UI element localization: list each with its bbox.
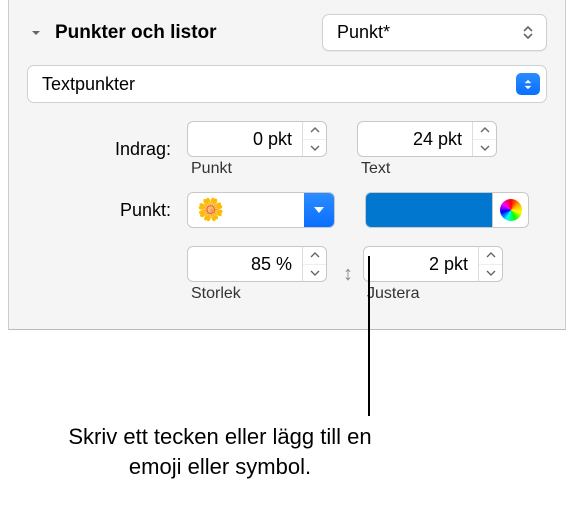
text-indent-value[interactable]: 24 pkt xyxy=(358,122,472,156)
step-up-icon[interactable] xyxy=(473,122,496,140)
text-indent-stepper[interactable]: 24 pkt xyxy=(357,121,497,157)
color-picker-button[interactable] xyxy=(493,192,529,228)
bullet-label: Punkt: xyxy=(27,200,187,221)
align-stepper[interactable]: 2 pkt xyxy=(363,246,503,282)
step-down-icon[interactable] xyxy=(473,140,496,157)
list-style-popup[interactable]: Punkt* xyxy=(322,14,547,51)
bullet-symbol-select[interactable]: 🌼 xyxy=(187,192,335,228)
list-style-value: Punkt* xyxy=(337,22,390,43)
step-down-icon[interactable] xyxy=(303,265,326,282)
step-up-icon[interactable] xyxy=(479,247,502,265)
bullet-type-popup[interactable]: Textpunkter xyxy=(27,65,547,103)
bullet-indent-value[interactable]: 0 pkt xyxy=(188,122,302,156)
color-wheel-icon xyxy=(500,199,522,221)
step-down-icon[interactable] xyxy=(479,265,502,282)
indent-label: Indrag: xyxy=(27,139,187,160)
callout-line xyxy=(368,256,370,416)
align-value[interactable]: 2 pkt xyxy=(364,247,478,281)
text-indent-sublabel: Text xyxy=(361,160,390,178)
section-title: Punkter och listor xyxy=(55,22,217,44)
callout-text: Skriv ett tecken eller lägg till en emoj… xyxy=(50,422,390,481)
step-up-icon[interactable] xyxy=(303,122,326,140)
align-sublabel: Justera xyxy=(367,285,419,303)
bullet-type-value: Textpunkter xyxy=(42,74,135,95)
size-stepper[interactable]: 85 % xyxy=(187,246,327,282)
bullet-symbol-value: 🌼 xyxy=(188,197,234,223)
bullet-symbol-dropdown[interactable] xyxy=(304,193,334,227)
dropdown-icon xyxy=(516,73,540,95)
step-up-icon[interactable] xyxy=(303,247,326,265)
bullet-indent-stepper[interactable]: 0 pkt xyxy=(187,121,327,157)
bullet-color-well[interactable] xyxy=(365,192,493,228)
disclosure-toggle[interactable] xyxy=(27,24,45,42)
size-sublabel: Storlek xyxy=(191,285,241,303)
size-value[interactable]: 85 % xyxy=(188,247,302,281)
vertical-align-icon: ↕ xyxy=(343,263,353,286)
bullet-indent-sublabel: Punkt xyxy=(191,160,232,178)
chevrons-icon xyxy=(520,26,536,39)
step-down-icon[interactable] xyxy=(303,140,326,157)
